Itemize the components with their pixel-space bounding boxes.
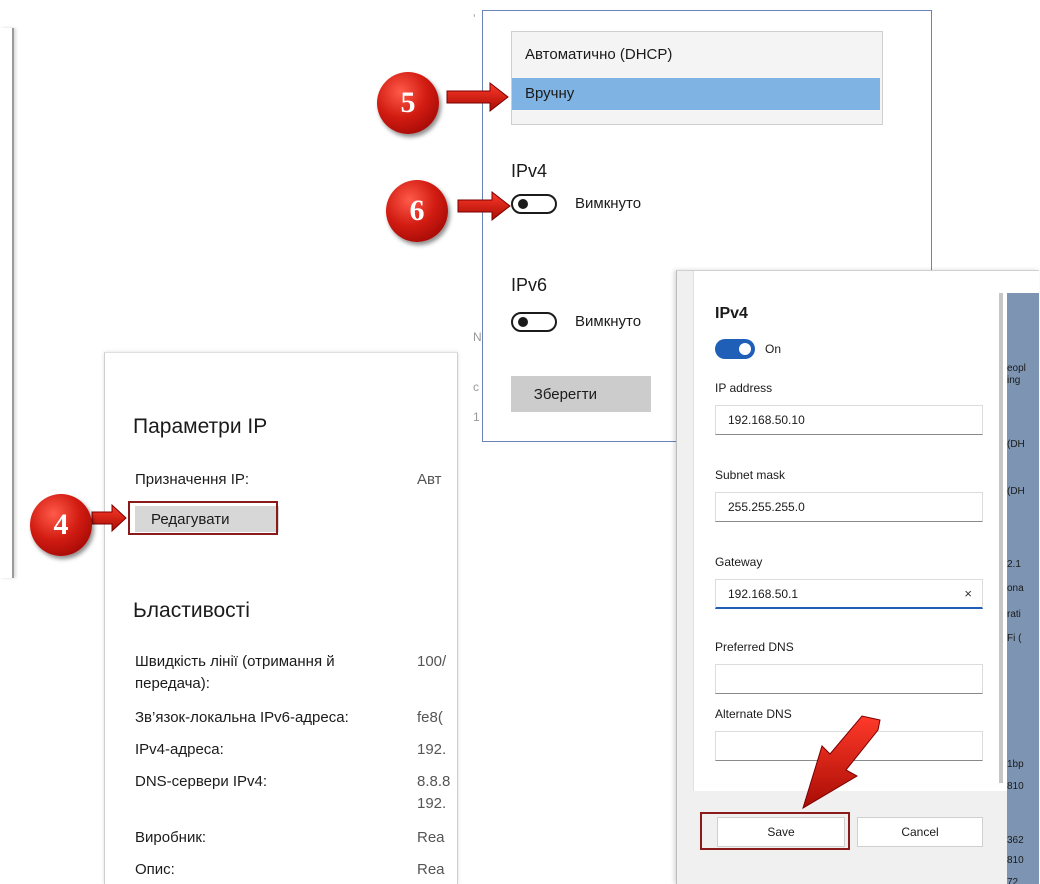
arrow-save [802,715,881,810]
arrow-step4 [91,503,127,533]
arrow-step5 [446,81,509,113]
step-badge-4: 4 [30,494,92,556]
step-badge-6: 6 [386,180,448,242]
annotation-arrows [91,81,881,810]
arrow-step6 [457,190,511,222]
step-badge-5: 5 [377,72,439,134]
